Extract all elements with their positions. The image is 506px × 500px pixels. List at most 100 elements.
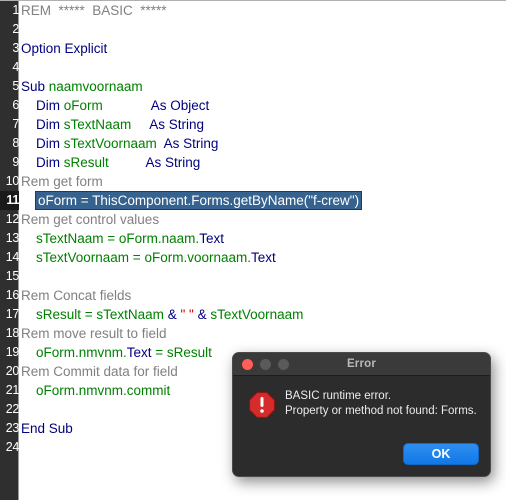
code-token: Dim [21, 155, 64, 170]
minimize-button[interactable] [260, 358, 271, 370]
code-token: Rem get control values [21, 212, 160, 227]
dialog-title: Error [346, 358, 377, 370]
code-token: & [167, 307, 177, 322]
code-text: Option Explicit [21, 39, 107, 58]
dialog-titlebar: Error [233, 353, 490, 376]
code-text: End Sub [21, 419, 73, 438]
code-token: oForm.nmvnm.commit [21, 383, 171, 398]
line-number: 20 [5, 364, 20, 378]
code-token: Text [250, 250, 276, 265]
code-token: sTextVoornaam [206, 307, 304, 322]
close-button[interactable] [242, 358, 253, 370]
code-text: Rem Commit data for field [21, 362, 178, 381]
code-text: sTextVoornaam = oForm.voornaam.Text [21, 248, 276, 267]
error-dialog: Error BASIC runtime error. Property or m… [232, 352, 491, 477]
code-line[interactable]: 8 Dim sTextVoornaam As String [0, 134, 506, 153]
code-token: Rem get form [21, 174, 103, 189]
code-token: oForm.nmvnm. [21, 345, 127, 360]
line-number: 22 [5, 402, 20, 416]
code-token: Sub [21, 79, 49, 94]
line-number: 7 [12, 117, 19, 131]
code-line[interactable]: 5 Sub naamvoornaam [0, 77, 506, 96]
ok-button[interactable]: OK [403, 443, 479, 465]
code-text: Rem get form [21, 172, 103, 191]
code-token: Rem Commit data for field [21, 364, 178, 379]
line-number: 6 [12, 98, 19, 112]
code-token: sResult [63, 155, 109, 170]
code-token: Dim [21, 98, 64, 113]
code-line[interactable]: 9 Dim sResult As String [0, 153, 506, 172]
code-token: Option Explicit [21, 41, 108, 56]
code-line[interactable]: 15 [0, 267, 506, 286]
code-line[interactable]: 1 REM ***** BASIC ***** [0, 1, 506, 20]
code-text: sTextNaam = oForm.naam.Text [21, 229, 224, 248]
code-token: As Object [150, 98, 210, 113]
code-line[interactable]: 14 sTextVoornaam = oForm.voornaam.Text [0, 248, 506, 267]
line-number: 24 [5, 440, 20, 454]
dialog-message-line2: Property or method not found: Forms. [285, 405, 477, 417]
code-token: sTextVoornaam = oForm.voornaam. [21, 250, 251, 265]
code-text: sResult = sTextNaam & " " & sTextVoornaa… [21, 305, 303, 324]
code-text: Rem move result to field [21, 324, 167, 343]
code-token: sTextNaam [63, 117, 132, 132]
line-number: 1 [12, 3, 19, 17]
code-text: Dim oForm As Object [21, 96, 209, 115]
code-token: End Sub [21, 421, 73, 436]
line-number: 8 [12, 136, 19, 150]
code-line[interactable]: 11 oForm = ThisComponent.Forms.getByName… [0, 191, 506, 210]
code-text: oForm.nmvnm.Text = sResult [21, 343, 212, 362]
code-text: REM ***** BASIC ***** [21, 1, 167, 20]
code-text: Dim sResult As String [21, 153, 200, 172]
code-token: sTextNaam = oForm.naam. [21, 231, 200, 246]
line-number: 12 [5, 212, 20, 226]
line-number: 17 [5, 307, 20, 321]
code-line[interactable]: 4 [0, 58, 506, 77]
code-line[interactable]: 10 Rem get form [0, 172, 506, 191]
line-number: 19 [5, 345, 20, 359]
line-number: 18 [5, 326, 20, 340]
error-stop-icon [249, 392, 275, 418]
code-line[interactable]: 3 Option Explicit [0, 39, 506, 58]
line-number: 21 [5, 383, 20, 397]
code-line[interactable]: 7 Dim sTextNaam As String [0, 115, 506, 134]
dialog-message-line1: BASIC runtime error. [285, 390, 392, 402]
line-number: 9 [12, 155, 19, 169]
code-token: Text [199, 231, 224, 246]
code-text: Rem get control values [21, 210, 159, 229]
line-number: 14 [5, 250, 20, 264]
code-token: Dim [21, 117, 64, 132]
code-text: Dim sTextNaam As String [21, 115, 204, 134]
code-text: Dim sTextVoornaam As String [21, 134, 218, 153]
code-token: Rem Concat fields [21, 288, 132, 303]
code-line[interactable]: 12 Rem get control values [0, 210, 506, 229]
code-token: As String [149, 117, 205, 132]
code-line[interactable]: 13 sTextNaam = oForm.naam.Text [0, 229, 506, 248]
line-number: 10 [5, 174, 20, 188]
line-number: 16 [5, 288, 20, 302]
line-number: 23 [5, 421, 20, 435]
code-line[interactable]: 2 [0, 20, 506, 39]
code-line[interactable]: 6 Dim oForm As Object [0, 96, 506, 115]
line-number: 11 [0, 191, 19, 210]
maximize-button[interactable] [278, 358, 289, 370]
code-token: Rem move result to field [21, 326, 167, 341]
line-number: 5 [12, 79, 19, 93]
code-line[interactable]: 17 sResult = sTextNaam & " " & sTextVoor… [0, 305, 506, 324]
line-number: 13 [5, 231, 20, 245]
code-token: naamvoornaam [48, 79, 143, 94]
code-token: REM ***** BASIC ***** [21, 3, 167, 18]
code-token: & [197, 307, 207, 322]
code-line[interactable]: 16 Rem Concat fields [0, 286, 506, 305]
code-token: " " [180, 307, 194, 322]
code-token: oForm = ThisComponent.Forms.getByName("f… [38, 193, 360, 208]
dialog-body: BASIC runtime error. Property or method … [233, 376, 490, 476]
dialog-message: BASIC runtime error. Property or method … [285, 389, 477, 419]
line-number: 2 [12, 22, 19, 36]
code-line[interactable]: 18 Rem move result to field [0, 324, 506, 343]
code-text: oForm.nmvnm.commit [21, 381, 170, 400]
